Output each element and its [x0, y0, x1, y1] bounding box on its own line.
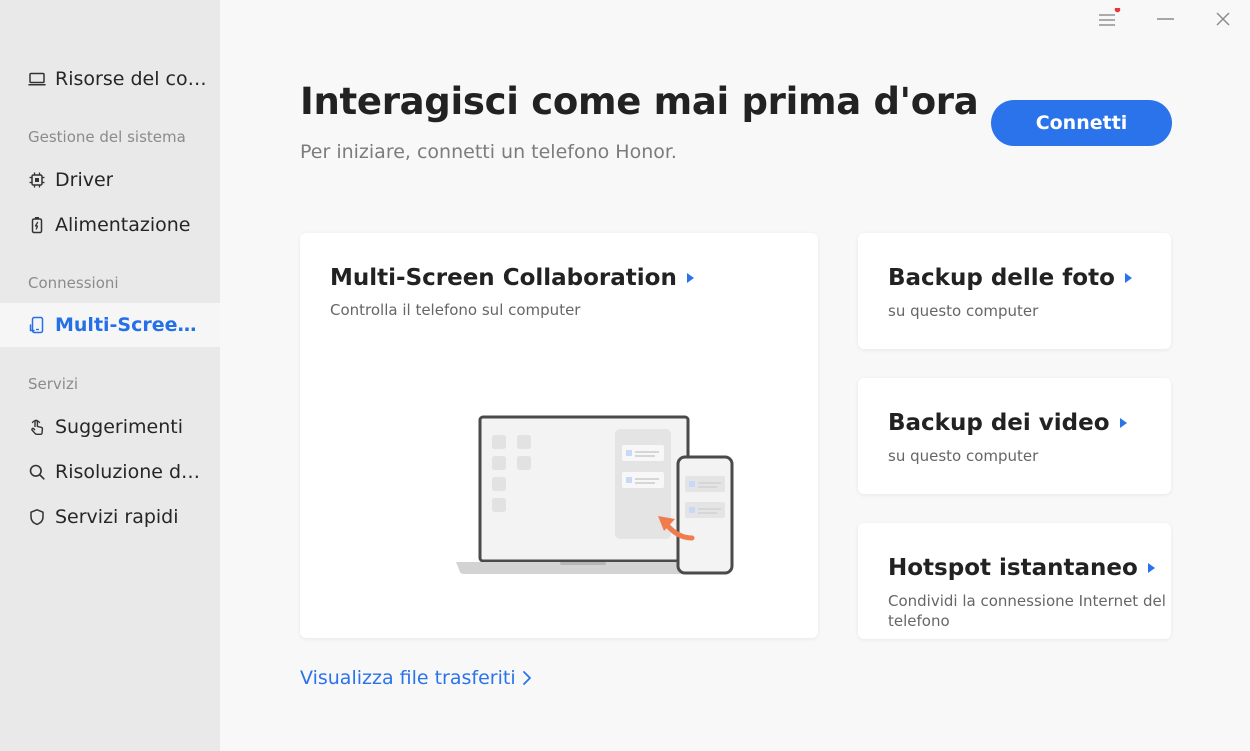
menu-button[interactable]	[1095, 6, 1121, 32]
sidebar-item-label: Alimentazione	[55, 214, 191, 236]
multiscreen-icon	[29, 316, 44, 334]
sidebar-item-label: Suggerimenti	[55, 416, 183, 438]
photo-backup-card-title: Backup delle foto	[888, 265, 1132, 291]
multiscreen-card-desc: Controlla il telefono sul computer	[330, 301, 581, 319]
shield-icon	[30, 509, 44, 526]
video-backup-card-title: Backup dei video	[888, 410, 1127, 436]
page-subtitle: Per iniziare, connetti un telefono Honor…	[300, 141, 677, 163]
close-icon	[1216, 12, 1230, 26]
connect-button[interactable]: Connetti	[991, 100, 1172, 146]
photo-backup-card-desc: su questo computer	[888, 302, 1039, 320]
section-label-connections: Connessioni	[28, 274, 119, 292]
sidebar-item-label: Multi-Screen C...	[55, 314, 210, 336]
sidebar-item-quick-services[interactable]: Servizi rapidi	[0, 495, 220, 539]
hotspot-card-desc: Condividi la connessione Internet del te…	[888, 592, 1166, 630]
chip-icon	[29, 172, 45, 188]
video-backup-card-desc: su questo computer	[888, 447, 1039, 465]
menu-icon	[1099, 6, 1121, 26]
sidebar-item-multiscreen[interactable]: Multi-Screen C...	[0, 303, 220, 347]
multiscreen-card-title: Multi-Screen Collaboration	[330, 265, 694, 291]
video-backup-card-title-text: Backup dei video	[888, 410, 1110, 436]
section-label-services: Servizi	[28, 375, 79, 393]
view-transferred-files-link[interactable]: Visualizza file trasferiti	[300, 667, 534, 689]
minimize-icon	[1157, 18, 1174, 20]
chevron-right-icon	[522, 671, 531, 685]
play-arrow-icon	[686, 273, 694, 283]
sidebar-item-label: Risorse del com...	[55, 68, 210, 90]
battery-icon	[31, 217, 43, 234]
close-button[interactable]	[1210, 8, 1236, 32]
app-window: Risorse del com... Gestione del sistema …	[0, 0, 1250, 751]
multiscreen-card[interactable]: Multi-Screen Collaboration Controlla il …	[300, 233, 818, 638]
video-backup-card[interactable]: Backup dei video su questo computer	[858, 378, 1171, 494]
section-label-system: Gestione del sistema	[28, 128, 186, 146]
hotspot-card[interactable]: Hotspot istantaneo Condividi la connessi…	[858, 523, 1171, 639]
notification-dot	[1114, 6, 1121, 13]
sidebar-item-label: Driver	[55, 169, 114, 191]
sidebar: Risorse del com... Gestione del sistema …	[0, 0, 220, 751]
touch-hand-icon	[31, 419, 44, 435]
multiscreen-card-title-text: Multi-Screen Collaboration	[330, 265, 677, 291]
sidebar-item-label: Risoluzione dei...	[55, 461, 210, 483]
hotspot-card-title: Hotspot istantaneo	[888, 555, 1155, 581]
computer-icon	[28, 72, 46, 86]
search-icon	[29, 464, 45, 480]
view-transferred-files-label: Visualizza file trasferiti	[300, 667, 516, 689]
page-title: Interagisci come mai prima d'ora	[300, 80, 979, 123]
sidebar-item-suggestions[interactable]: Suggerimenti	[0, 405, 220, 449]
sidebar-item-label: Servizi rapidi	[55, 506, 179, 528]
hotspot-card-title-text: Hotspot istantaneo	[888, 555, 1138, 581]
minimize-button[interactable]	[1152, 8, 1178, 32]
sidebar-item-troubleshooting[interactable]: Risoluzione dei...	[0, 450, 220, 494]
play-arrow-icon	[1124, 273, 1132, 283]
sidebar-item-computer-resources[interactable]: Risorse del com...	[0, 57, 220, 101]
laptop-phone-illustration	[456, 415, 734, 575]
play-arrow-icon	[1119, 418, 1127, 428]
photo-backup-card[interactable]: Backup delle foto su questo computer	[858, 233, 1171, 349]
sidebar-item-driver[interactable]: Driver	[0, 158, 220, 202]
play-arrow-icon	[1147, 563, 1155, 573]
photo-backup-card-title-text: Backup delle foto	[888, 265, 1115, 291]
sidebar-item-power[interactable]: Alimentazione	[0, 203, 220, 247]
